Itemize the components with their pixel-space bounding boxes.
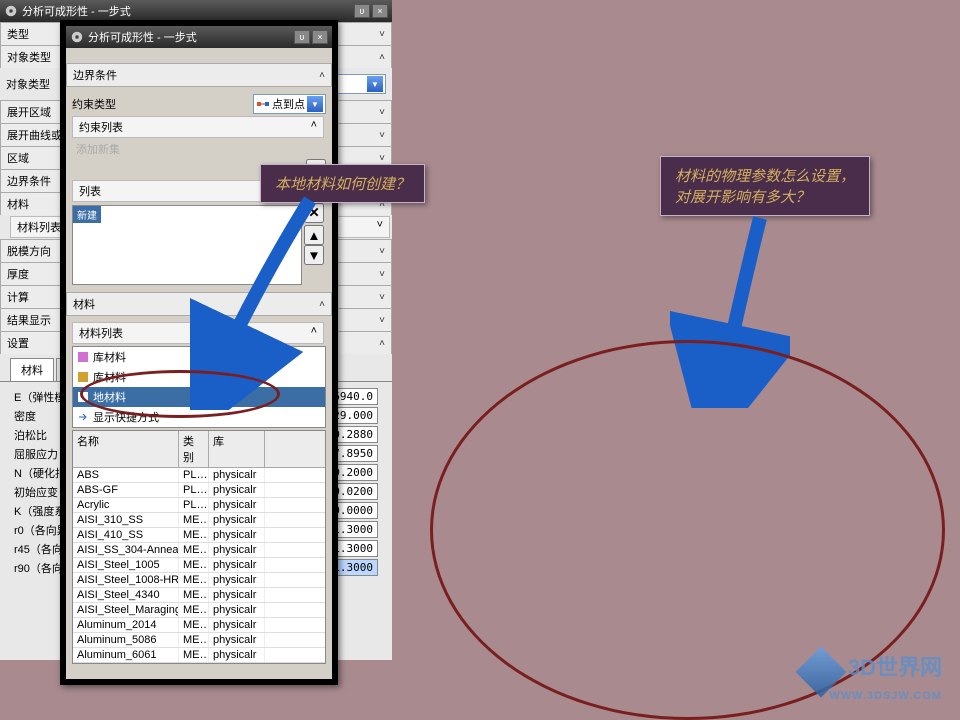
material-source-menu: 库材料 库材料 地材料 显示快捷方式 xyxy=(72,346,326,428)
table-row[interactable]: AISI_Steel_1008-HRME…physicalr xyxy=(73,573,325,588)
chevron-down-icon: ˅ xyxy=(379,246,385,257)
chevron-up-icon: ˄ xyxy=(319,299,325,310)
table-row[interactable]: ABSPL…physicalr xyxy=(73,468,325,483)
delete-button[interactable]: ✕ xyxy=(304,203,324,223)
table-row[interactable]: Aluminum_6061ME…physicalr xyxy=(73,648,325,663)
help-button[interactable]: ʋ xyxy=(354,4,370,18)
table-row[interactable]: Aluminum_2014ME…physicalr xyxy=(73,618,325,633)
library-icon xyxy=(77,351,89,363)
chevron-up-icon: ˄ xyxy=(319,70,325,81)
arrow-icon xyxy=(77,411,89,423)
list-item[interactable]: 新建 xyxy=(73,206,101,223)
close-button[interactable]: × xyxy=(372,4,388,18)
menu-item-lib1[interactable]: 库材料 xyxy=(73,347,325,367)
menu-item-shortcut[interactable]: 显示快捷方式 xyxy=(73,407,325,427)
add-new-hint: 添加新集 xyxy=(72,139,326,159)
chevron-up-icon: ˄ xyxy=(311,119,317,135)
constraint-listbox[interactable]: 新建 xyxy=(72,205,302,285)
chevron-down-icon: ˅ xyxy=(379,29,385,40)
watermark: 3D世界网 WWW.3DSJW.COM xyxy=(803,650,942,702)
point-to-point-icon xyxy=(256,97,270,111)
window-title: 分析可成形性 - 一步式 xyxy=(22,3,352,19)
chevron-up-icon: ˄ xyxy=(379,338,385,349)
move-down-button[interactable]: ▼ xyxy=(304,245,324,265)
chevron-down-icon: ˅ xyxy=(379,153,385,164)
title-bar: 分析可成形性 - 一步式 ʋ × xyxy=(66,26,332,48)
table-row[interactable]: Aluminum_5086ME…physicalr xyxy=(73,633,325,648)
tab-material[interactable]: 材料 xyxy=(10,358,54,381)
chevron-down-icon: ˅ xyxy=(379,107,385,118)
chevron-down-icon: ˅ xyxy=(379,292,385,303)
callout-right: 材料的物理参数怎么设置， 对展开影响有多大？ xyxy=(660,156,870,216)
grid-header: 名称 类别 库 xyxy=(73,431,325,468)
title-bar: 分析可成形性 - 一步式 ʋ × xyxy=(0,0,392,22)
constraint-list-header[interactable]: 约束列表 ˄ xyxy=(72,116,324,138)
chevron-up-icon: ˄ xyxy=(311,325,317,341)
gear-icon xyxy=(4,4,18,18)
window-title: 分析可成形性 - 一步式 xyxy=(88,29,292,45)
material-header[interactable]: 材料 ˄ xyxy=(66,292,332,316)
table-row[interactable]: AISI_Steel_1005ME…physicalr xyxy=(73,558,325,573)
dropdown-button[interactable]: ▼ xyxy=(307,96,323,112)
help-button[interactable]: ʋ xyxy=(294,30,310,44)
table-row[interactable]: ABS-GFPL…physicalr xyxy=(73,483,325,498)
table-row[interactable]: AISI_Steel_4340ME…physicalr xyxy=(73,588,325,603)
constraint-type-label: 约束类型 xyxy=(72,96,253,112)
callout-left: 本地材料如何创建？ xyxy=(260,164,425,203)
menu-item-lib2[interactable]: 库材料 xyxy=(73,367,325,387)
table-row[interactable]: AISI_SS_304-AnnealedME…physicalr xyxy=(73,543,325,558)
chevron-down-icon: ˅ xyxy=(377,219,383,235)
material-grid[interactable]: 名称 类别 库 ABSPL…physicalrABS-GFPL…physical… xyxy=(72,430,326,664)
material-body: 材料列表 ˄ 库材料 库材料 地材料 显示快捷方式 名称 类别 库 ABSPL…… xyxy=(66,317,332,668)
table-row[interactable]: AISI_310_SSME…physicalr xyxy=(73,513,325,528)
close-button[interactable]: × xyxy=(312,30,328,44)
gear-icon xyxy=(70,30,84,44)
chevron-down-icon: ˅ xyxy=(379,130,385,141)
dropdown-button[interactable]: ▼ xyxy=(367,76,383,92)
table-row[interactable]: AISI_410_SSME…physicalr xyxy=(73,528,325,543)
library-icon xyxy=(77,371,89,383)
table-row[interactable]: AcrylicPL…physicalr xyxy=(73,498,325,513)
chevron-down-icon: ˅ xyxy=(379,315,385,326)
menu-item-local[interactable]: 地材料 xyxy=(73,387,325,407)
chevron-up-icon: ˄ xyxy=(379,52,385,63)
arrow-right xyxy=(670,208,790,408)
local-icon xyxy=(77,391,89,403)
material-list-header[interactable]: 材料列表 ˄ xyxy=(72,322,324,344)
chevron-down-icon: ˅ xyxy=(379,269,385,280)
left-window: 分析可成形性 - 一步式 ʋ × 边界条件 ˄ 约束类型 点到点 ▼ 约束列表 xyxy=(60,20,338,685)
boundary-header[interactable]: 边界条件 ˄ xyxy=(66,63,332,87)
table-row[interactable]: AISI_Steel_MaragingME…physicalr xyxy=(73,603,325,618)
constraint-type-combo[interactable]: 点到点 ▼ xyxy=(253,94,326,114)
move-up-button[interactable]: ▲ xyxy=(304,225,324,245)
